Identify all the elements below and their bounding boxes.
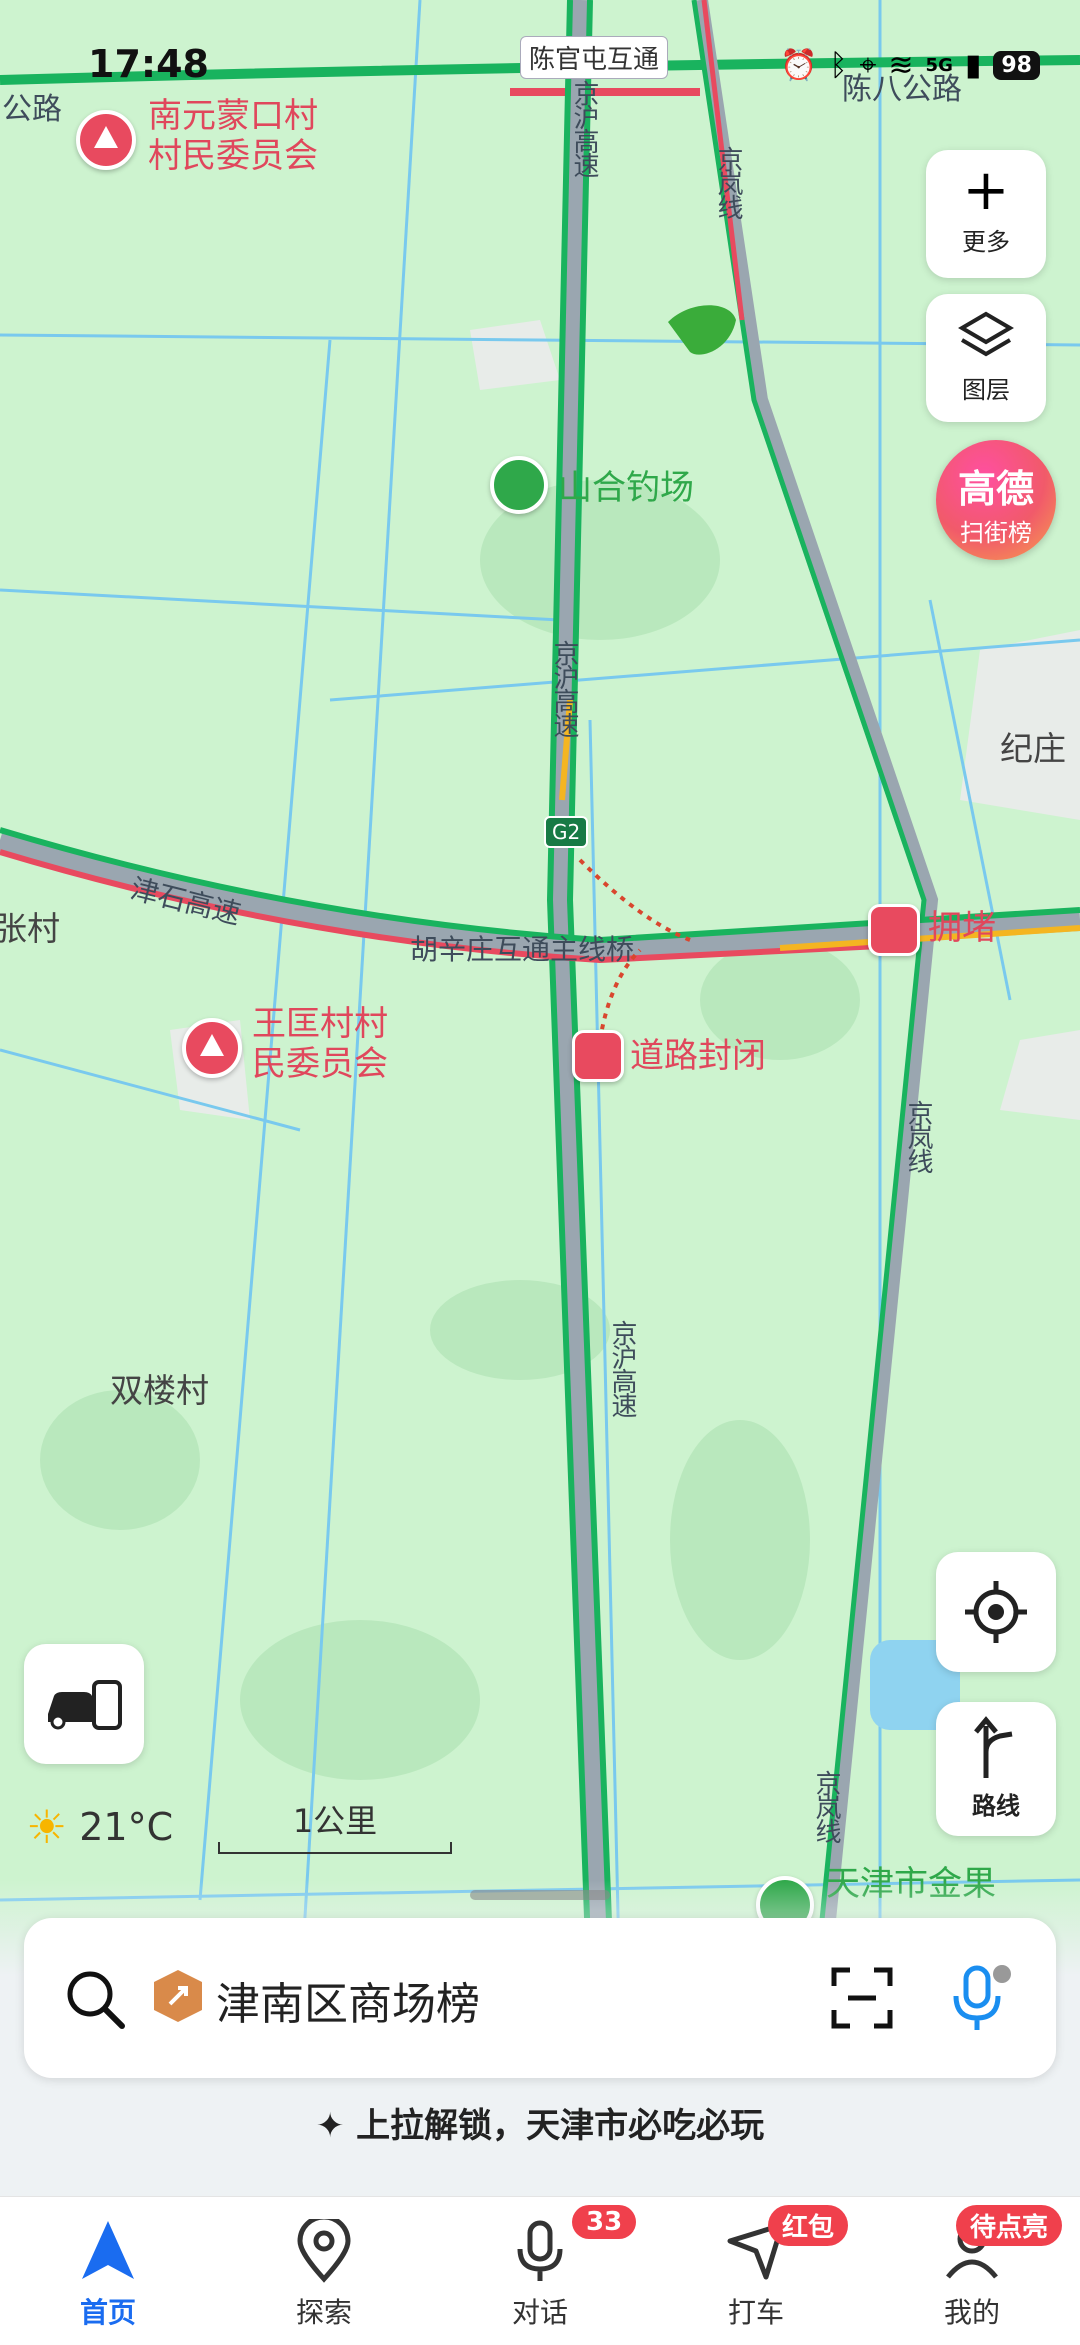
taxi-badge: 红包: [768, 2205, 849, 2246]
badge-bottom-text: 扫街榜: [960, 519, 1032, 547]
map-scale: 1公里: [218, 1796, 452, 1854]
road-label-huxinzhuang: 胡辛庄互通主线桥: [410, 933, 635, 966]
route-button[interactable]: 路线: [936, 1702, 1056, 1836]
tab-bar: 首页 探索 33 对话 红包 打车 待点亮 我的: [0, 2196, 1080, 2345]
road-label-jingfeng-1: 京岚线: [713, 146, 743, 218]
road-label-jinghu-2: 京沪高速: [549, 640, 579, 736]
poi-wangkuang[interactable]: 王匡村村 民委员会: [252, 1004, 388, 1084]
layers-icon: [958, 311, 1014, 357]
route-label: 路线: [972, 1792, 1020, 1820]
chat-badge: 33: [572, 2205, 637, 2239]
scale-text: 1公里: [292, 1802, 378, 1840]
street-rank-badge[interactable]: 高德 扫街榜: [936, 440, 1056, 560]
tab-chat-label: 对话: [511, 2296, 568, 2329]
weather-temp: 21°C: [79, 1805, 174, 1849]
tab-explore-label: 探索: [295, 2296, 352, 2329]
unlock-hint[interactable]: ✦ 上拉解锁，天津市必吃必玩: [0, 2098, 1080, 2147]
status-icons: ⏰ ᛒ ⌖ ≋ 5G ▮ 98: [780, 48, 1040, 83]
wifi-icon: ≋: [888, 48, 914, 83]
highway-shield: G2: [544, 816, 589, 848]
battery-level: 98: [993, 51, 1040, 80]
locate-button[interactable]: [936, 1552, 1056, 1672]
location-pin-icon: [297, 2214, 351, 2283]
signal-icon: ▮: [964, 48, 982, 83]
tab-me[interactable]: 待点亮 我的: [864, 2197, 1080, 2345]
rank-badge-icon: [154, 1970, 202, 2022]
traffic-event-icon[interactable]: [868, 904, 920, 956]
fishing-icon[interactable]: [490, 456, 548, 514]
scale-bar: [218, 1842, 452, 1854]
tab-home[interactable]: 首页: [0, 2197, 216, 2345]
unlock-hint-text: 上拉解锁，天津市必吃必玩: [356, 2106, 765, 2146]
sun-icon: ☀: [26, 1800, 68, 1854]
poi-shanhe[interactable]: 山合钓场: [558, 460, 694, 509]
scan-icon[interactable]: [830, 1966, 894, 2030]
road-closed-icon[interactable]: [572, 1030, 624, 1082]
road-label-jingfeng-2: 京岚线: [903, 1100, 933, 1172]
search-icon: [67, 1971, 125, 2029]
car-phone-button[interactable]: [24, 1644, 144, 1764]
road-label-jinghu-3: 京沪高速: [607, 1320, 637, 1416]
highway-sign: 陈官屯互通: [520, 36, 669, 79]
network-label: 5G: [925, 55, 953, 76]
road-label-jingfeng-3: 京岚线: [811, 1770, 841, 1842]
navigation-arrow-icon: [82, 2221, 134, 2279]
microphone-icon: [517, 2220, 563, 2281]
me-badge: 待点亮: [956, 2205, 1063, 2246]
place-left-village: 张村: [0, 909, 60, 948]
search-bar[interactable]: 津南区商场榜: [24, 1918, 1056, 2078]
place-shuanglou: 双楼村: [110, 1371, 209, 1410]
route-icon: [974, 1716, 1013, 1778]
traffic-closed[interactable]: 道路封闭: [630, 1036, 766, 1076]
tab-taxi[interactable]: 红包 打车: [648, 2197, 864, 2345]
more-button[interactable]: + 更多: [926, 150, 1046, 278]
badge-top-text: 高德: [957, 467, 1034, 511]
sparkle-icon: ✦: [315, 2106, 345, 2146]
status-bar: 17:48 陈官屯互通 ⏰ ᛒ ⌖ ≋ 5G ▮ 98: [0, 0, 1080, 120]
place-jizhuang: 纪庄: [1000, 729, 1066, 768]
plus-icon: +: [962, 158, 1010, 223]
tab-explore[interactable]: 探索: [216, 2197, 432, 2345]
more-label: 更多: [962, 228, 1010, 256]
layers-button[interactable]: 图层: [926, 294, 1046, 422]
tab-home-label: 首页: [79, 2296, 136, 2329]
layers-label: 图层: [962, 376, 1010, 404]
tab-taxi-label: 打车: [727, 2296, 784, 2329]
voice-icon[interactable]: [944, 1964, 1014, 2034]
tab-chat[interactable]: 33 对话: [432, 2197, 648, 2345]
alarm-icon: ⏰: [780, 48, 818, 83]
poi-marker-icon[interactable]: [182, 1018, 242, 1078]
bluetooth-icon: ᛒ: [829, 48, 848, 83]
traffic-congestion[interactable]: 拥堵: [928, 908, 996, 948]
search-text: 津南区商场榜: [216, 1979, 480, 2030]
locate-icon: [965, 1581, 1027, 1643]
car-phone-icon: [48, 1680, 122, 1730]
weather-widget[interactable]: ☀ 21°C: [26, 1800, 173, 1854]
status-time: 17:48: [88, 42, 209, 86]
tab-me-label: 我的: [943, 2296, 1000, 2329]
drag-handle[interactable]: [470, 1890, 610, 1900]
location-icon: ⌖: [859, 48, 877, 83]
